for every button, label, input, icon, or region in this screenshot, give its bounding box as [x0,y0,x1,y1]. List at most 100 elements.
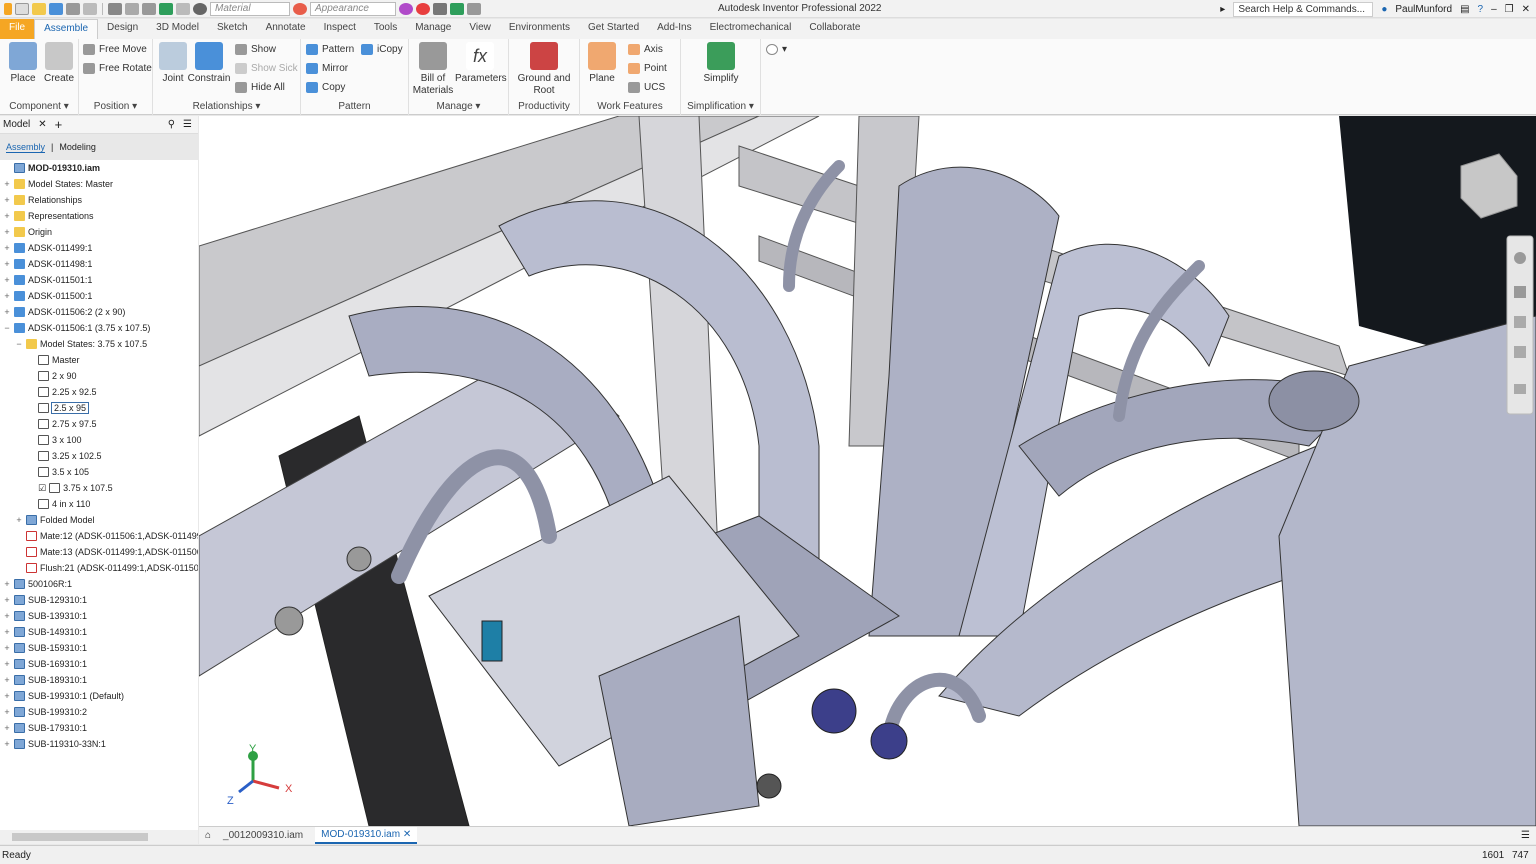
parameters-button[interactable]: fx Parameters [455,42,507,85]
add-browser-icon[interactable]: + [55,117,63,132]
tree-node[interactable]: + Model States: Master [3,176,113,192]
tree-node[interactable]: + SUB-129310:1 [3,592,87,608]
home-icon[interactable]: ⌂ [205,830,211,841]
tree-node[interactable]: + ADSK-011506:2 (2 x 90) [3,304,125,320]
expander-icon[interactable]: + [3,308,11,317]
scroll-thumb[interactable] [12,833,148,841]
place-button[interactable]: Place [3,42,43,85]
expander-icon[interactable]: + [15,516,23,525]
tree-node[interactable]: + SUB-169310:1 [3,656,87,672]
tree-node[interactable]: 3.5 x 105 [27,464,89,480]
expander-icon[interactable]: + [3,196,11,205]
pan-icon[interactable] [1514,286,1526,298]
expander-icon[interactable]: + [3,740,11,749]
expander-icon[interactable]: + [3,692,11,701]
tree-node[interactable]: + SUB-189310:1 [3,672,87,688]
adjust-appearance-icon[interactable] [399,2,413,15]
tree-node[interactable]: ☑ 3.75 x 107.5 [27,480,113,496]
bill-of-materials-button[interactable]: Bill of Materials [412,42,454,97]
open-file-icon[interactable] [32,2,46,15]
tree-node[interactable]: − ADSK-011506:1 (3.75 x 107.5) [3,320,150,336]
tab-tools[interactable]: Tools [365,19,406,39]
tree-node[interactable]: + SUB-119310-33N:1 [3,736,106,752]
expander-icon[interactable]: + [3,292,11,301]
tree-node[interactable]: Flush:21 (ADSK-011499:1,ADSK-011506 [15,560,198,576]
search-icon[interactable]: ⚲ [168,119,175,130]
tab-add-ins[interactable]: Add-Ins [648,19,700,39]
tree-node[interactable]: MOD-019310.iam [3,160,100,176]
menu-icon[interactable]: ☰ [183,119,198,130]
browser-scrollbar[interactable] [0,830,198,844]
tree-node[interactable]: + SUB-149310:1 [3,624,87,640]
tree-node[interactable]: Master [27,352,80,368]
assembly-view-tab[interactable]: Assembly [6,142,46,153]
simplification-panel-label[interactable]: Simplification ▾ [681,101,760,112]
tab-get-started[interactable]: Get Started [579,19,648,39]
update-mass-icon[interactable] [450,2,464,15]
tree-node[interactable]: + SUB-199310:1 (Default) [3,688,124,704]
doc-menu-icon[interactable]: ☰ [1521,830,1536,841]
save-icon[interactable] [49,2,63,15]
tab-3d-model[interactable]: 3D Model [147,19,208,39]
expander-icon[interactable]: + [3,276,11,285]
tree-node[interactable]: Mate:13 (ADSK-011499:1,ADSK-011506: [15,544,198,560]
tab-view[interactable]: View [460,19,500,39]
select-icon[interactable] [142,2,156,15]
restore-icon[interactable]: ❐ [1505,4,1514,15]
component-panel-label[interactable]: Component ▾ [0,101,78,112]
close-doc-icon[interactable]: ✕ [403,829,411,840]
manage-panel-label[interactable]: Manage ▾ [409,101,508,112]
help-icon[interactable]: ? [1478,4,1484,15]
tree-node[interactable]: 4 in x 110 [27,496,90,512]
expander-icon[interactable]: − [15,340,23,349]
fx-parameters-icon[interactable] [433,2,447,15]
expander-icon[interactable]: + [3,580,11,589]
home-icon[interactable] [108,2,122,15]
free-rotate-button[interactable]: Free Rotate [83,63,152,74]
tab-manage[interactable]: Manage [406,19,460,39]
tree-node[interactable]: + Representations [3,208,94,224]
cart-icon[interactable]: ▤ [1460,4,1469,15]
tree-node[interactable]: + Origin [3,224,52,240]
expander-icon[interactable]: + [3,180,11,189]
tree-node[interactable]: + SUB-179310:1 [3,720,87,736]
tree-node[interactable]: + ADSK-011499:1 [3,240,92,256]
expander-icon[interactable]: + [3,596,11,605]
relationships-panel-label[interactable]: Relationships ▾ [153,101,300,112]
icopy-button[interactable]: iCopy [361,44,403,55]
mirror-button[interactable]: Mirror [306,63,348,74]
axis-button[interactable]: Axis [628,44,663,55]
expander-icon[interactable]: + [3,724,11,733]
tree-node[interactable]: + ADSK-011500:1 [3,288,92,304]
expander-icon[interactable]: + [3,228,11,237]
tree-node[interactable]: − Model States: 3.75 x 107.5 [15,336,147,352]
position-panel-label[interactable]: Position ▾ [79,101,152,112]
free-move-button[interactable]: Free Move [83,44,147,55]
iproperties-icon[interactable] [125,2,139,15]
ribbon-options-button[interactable]: ▾ [766,44,787,55]
tree-node[interactable]: + SUB-199310:2 [3,704,87,720]
close-browser-icon[interactable]: ✕ [38,119,46,130]
expander-icon[interactable]: + [3,676,11,685]
new-file-icon[interactable] [15,2,29,15]
tab-inspect[interactable]: Inspect [315,19,365,39]
active-state-checkbox[interactable]: ☑ [38,483,46,494]
tree-node[interactable]: + Folded Model [15,512,95,528]
tree-node[interactable]: + ADSK-011498:1 [3,256,92,272]
tab-collaborate[interactable]: Collaborate [800,19,869,39]
tree-node[interactable]: 3.25 x 102.5 [27,448,102,464]
ucs-button[interactable]: UCS [628,82,665,93]
simplify-button[interactable]: Simplify [701,42,741,85]
tab-file[interactable]: File [0,19,35,39]
show-sick-button[interactable]: Show Sick [235,63,298,74]
tree-node[interactable]: + SUB-139310:1 [3,608,87,624]
copy-button[interactable]: Copy [306,82,345,93]
create-button[interactable]: Create [39,42,79,85]
close-icon[interactable]: ✕ [1522,4,1530,15]
doc-tab-2[interactable]: MOD-019310.iam ✕ [315,827,418,844]
tree-node[interactable]: 2.75 x 97.5 [27,416,97,432]
ground-and-root-button[interactable]: Ground and Root [515,42,573,97]
tree-node[interactable]: + Relationships [3,192,82,208]
expander-icon[interactable]: + [3,628,11,637]
tree-node[interactable]: 2.5 x 95 [27,400,90,416]
